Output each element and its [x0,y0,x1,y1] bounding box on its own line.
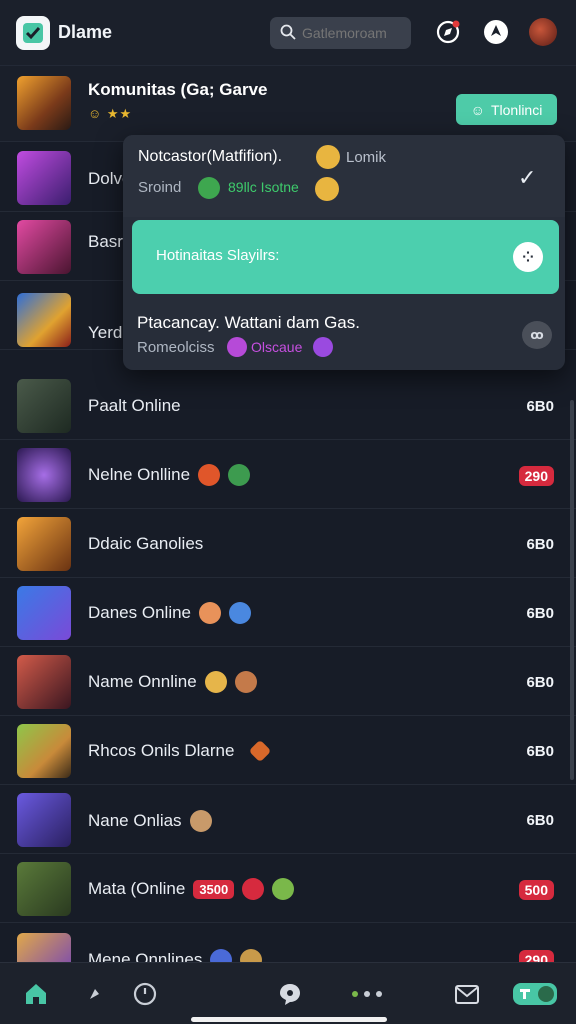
emoji-icon [249,739,272,763]
compass-icon[interactable] [434,18,462,46]
emoji-icon [189,810,212,832]
game-title: Basr [88,232,123,251]
list-item[interactable]: Rhcos Onils Dlarne 6B0 [0,716,576,785]
game-thumbnail [17,655,71,709]
dropdown-item-status: 89llc Isotne [228,179,299,195]
emoji-icon [198,464,221,486]
more-dots-icon[interactable] [349,979,385,1009]
community-title: Komunitas (Ga; Garve [88,80,268,99]
active-item-label: Hotinaitas Slayilrs: [156,247,280,264]
game-thumbnail [17,793,71,847]
list-item[interactable]: Paalt Online 6B0 [0,371,576,440]
player-count: 6B0 [526,605,554,622]
game-title: Yerd [88,323,123,342]
dropdown-item-subtitle: Sroind [138,179,182,196]
smile-icon: ☺ [470,101,485,118]
list-item[interactable]: Danes Online 6B0 [0,578,576,647]
toggle-icon[interactable]: ꝏ [522,321,552,349]
paw-icon[interactable] [80,979,110,1009]
emoji-icon [316,145,340,169]
home-icon[interactable] [21,979,51,1009]
player-count: 6B0 [526,812,554,829]
search-bar[interactable] [270,17,411,49]
player-count: 6B0 [526,743,554,760]
list-item[interactable]: Mata (Online 3500 500 [0,854,576,923]
avatar[interactable] [529,18,557,46]
list-item[interactable]: Nelne Onlline 290 [0,440,576,509]
dropdown-item-notification[interactable]: Notcastor(Matfifion). Lomik Sroind 89llc… [123,135,565,217]
emoji-icon [227,337,247,357]
list-item[interactable]: Nane Onlias 6B0 [0,785,576,854]
clock-icon[interactable] [130,979,160,1009]
dropdown-item-extra: Lomik [346,149,387,166]
location-icon[interactable] [482,18,510,46]
game-thumbnail [17,724,71,778]
player-count: 6B0 [526,536,554,553]
dropdown-item-title: Notcastor(Matfifion). [138,148,283,165]
scrollbar[interactable] [570,400,574,780]
bottom-nav [0,962,576,1024]
emoji-icon [204,671,227,693]
mail-icon[interactable] [452,979,482,1009]
search-input[interactable] [302,25,398,41]
emoji-icon [315,177,339,201]
check-logo-icon[interactable] [16,15,50,50]
player-count: 6B0 [526,398,554,415]
game-title: Ddaic Ganolies [88,534,204,553]
player-count-badge: 500 [518,880,554,900]
game-thumbnail [17,586,71,640]
emoji-icon [234,671,257,693]
list-item[interactable]: Name Onnline 6B0 [0,647,576,716]
player-count: 6B0 [526,674,554,691]
dropdown-item-title: Ptacancay. Wattani dam Gas. [137,313,360,332]
game-title: Name Onnline [88,671,257,693]
emoji-icon [198,177,220,199]
game-thumbnail [17,293,71,347]
game-thumbnail [17,862,71,916]
player-count-badge: 290 [518,466,554,486]
dropdown-item-active[interactable]: Hotinaitas Slayilrs: ⁘ [132,220,559,294]
grid-dots-icon[interactable]: ⁘ [513,242,543,272]
check-icon: ✓ [518,165,537,190]
status-dropdown: Notcastor(Matfifion). Lomik Sroind 89llc… [123,135,565,370]
game-title: Danes Online [88,602,252,624]
chat-icon[interactable] [275,979,305,1009]
online-button[interactable]: ☺ Tlonlinci [456,94,557,125]
app-title: Dlame [58,22,113,42]
app-screen: Dlame Komunitas (Ga; Garve ☺ ★★ ☺ Tlonli… [0,0,576,1024]
home-indicator[interactable] [191,1017,387,1022]
game-title: Nane Onlias [88,810,212,832]
game-title: Rhcos Onils Dlarne [88,739,272,763]
dropdown-item-subtitle: Romeolciss [137,339,215,356]
emoji-icon [242,878,265,900]
emoji-icon [199,602,222,624]
game-thumbnail [17,517,71,571]
game-thumbnail [17,379,71,433]
search-icon [280,24,296,43]
emoji-icon [228,464,251,486]
toggle-switch[interactable] [512,979,558,1009]
game-thumbnail [17,151,71,205]
emoji-icon [272,878,295,900]
price-chip: 3500 [193,879,235,899]
game-title: Nelne Onlline [88,464,251,486]
game-thumbnail [17,220,71,274]
emoji-icon [229,602,252,624]
community-thumbnail [17,76,71,130]
online-button-label: Tlonlinci [490,101,543,118]
game-title: Mata (Online 3500 [88,878,295,900]
game-title: Paalt Online [88,396,181,415]
dropdown-item-status: Olscaue [251,339,303,355]
emoji-icon [313,337,333,357]
rating-stars: ☺ ★★ [88,106,133,121]
game-thumbnail [17,448,71,502]
list-item[interactable]: Ddaic Ganolies 6B0 [0,509,576,578]
